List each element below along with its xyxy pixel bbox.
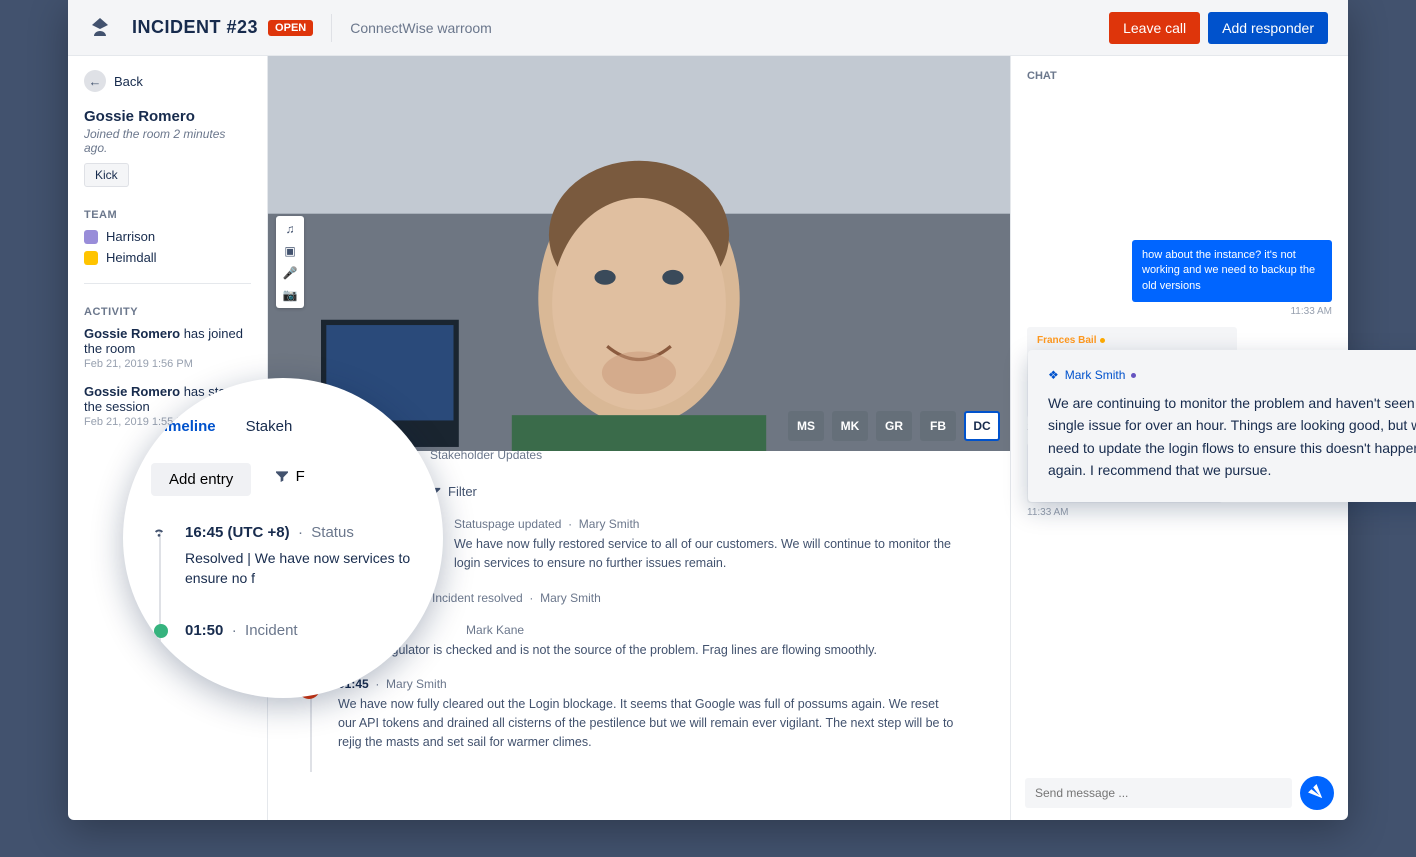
- timeline-meta: Incident resolved · Mary Smith: [432, 591, 958, 605]
- timeline-meta: 01:45 · Mary Smith: [338, 677, 958, 691]
- bullet-icon: [154, 624, 168, 638]
- status-badge: OPEN: [268, 20, 313, 36]
- timeline-line: [159, 530, 161, 679]
- camera-off-icon[interactable]: 📷: [283, 288, 297, 302]
- timeline-time: 16:45 (UTC +8): [185, 524, 290, 541]
- timeline-tabs: Stakeholder Updates: [406, 440, 958, 468]
- activity-time: Feb 21, 2019 1:56 PM: [84, 358, 251, 370]
- popup-author: Mark Smith: [1065, 368, 1126, 382]
- timeline-item: 01:50 · Mark Kane The defragulator is ch…: [338, 623, 958, 660]
- joined-text: Joined the room 2 minutes ago.: [84, 127, 251, 155]
- timeline-body: Resolved | We have now services to ensur…: [185, 549, 415, 588]
- back-icon: ←: [84, 70, 106, 92]
- popup-message: We are continuing to monitor the problem…: [1048, 392, 1416, 482]
- chat-timestamp: 11:33 AM: [1027, 507, 1332, 518]
- mic-mute-icon[interactable]: 🎤: [283, 266, 297, 280]
- divider: [84, 283, 251, 284]
- status-dot-icon: [1100, 338, 1105, 343]
- zoom-lens: Timeline Stakeh Add entry F 16:45 (UTC +…: [123, 378, 443, 698]
- chat-message-sent: how about the instance? it's not working…: [1132, 240, 1332, 302]
- kick-button[interactable]: Kick: [84, 163, 129, 187]
- team-swatch: [84, 230, 98, 244]
- back-label: Back: [114, 74, 143, 89]
- tab-stakeholder[interactable]: Stakeholder Updates: [430, 440, 542, 468]
- video-controls: ♫ ▣ 🎤 📷: [276, 216, 304, 308]
- chat-author: Frances Bail: [1037, 335, 1096, 346]
- music-icon[interactable]: ♫: [283, 222, 297, 236]
- timeline-body: We have now fully cleared out the Login …: [338, 695, 958, 751]
- video-area: ♫ ▣ 🎤 📷 MS MK GR FB DC: [268, 56, 1010, 451]
- timeline-body: We have now fully restored service to al…: [454, 535, 958, 573]
- logo-icon: [88, 16, 112, 40]
- chat-timestamp: 11:33 AM: [1027, 306, 1332, 317]
- status-dot-icon: [1131, 373, 1136, 378]
- chat-input[interactable]: [1025, 778, 1292, 808]
- send-button[interactable]: [1300, 776, 1334, 810]
- slack-icon: ❖: [1048, 368, 1059, 382]
- timeline-label: Status: [311, 524, 354, 541]
- filter-button[interactable]: F: [274, 468, 305, 485]
- chat-input-row: [1011, 766, 1348, 820]
- add-responder-button[interactable]: Add responder: [1208, 12, 1328, 44]
- activity-item: Gossie Romero has joined the room Feb 21…: [84, 326, 251, 370]
- header: INCIDENT #23 OPEN ConnectWise warroom Le…: [68, 0, 1348, 56]
- participant-tile-active[interactable]: DC: [964, 411, 1000, 441]
- timeline-label: Incident: [245, 622, 298, 639]
- team-swatch: [84, 251, 98, 265]
- incident-title: INCIDENT #23: [132, 17, 258, 38]
- activity-text: Gossie Romero has joined the room: [84, 326, 251, 356]
- participant-tile[interactable]: MS: [788, 411, 824, 441]
- back-button[interactable]: ← Back: [84, 70, 251, 92]
- leave-call-button[interactable]: Leave call: [1109, 12, 1200, 44]
- timeline-body: The defragulator is checked and is not t…: [338, 641, 958, 660]
- team-name: Harrison: [106, 229, 155, 244]
- timeline-item: 01:45 · Mary Smith We have now fully cle…: [338, 677, 958, 751]
- add-entry-button[interactable]: Add entry: [151, 463, 251, 496]
- wifi-icon: [151, 522, 165, 536]
- participant-tile[interactable]: GR: [876, 411, 912, 441]
- screen-share-icon[interactable]: ▣: [283, 244, 297, 258]
- timeline-meta: 01:50 · Mark Kane: [338, 623, 958, 637]
- chat-popup: ❖ Mark Smith We are continuing to monito…: [1028, 350, 1416, 502]
- chat-header: CHAT: [1011, 56, 1348, 92]
- timeline-item: 01:50 · Incident: [185, 622, 415, 639]
- room-name: ConnectWise warroom: [350, 20, 492, 36]
- team-header: TEAM: [84, 209, 251, 221]
- team-name: Heimdall: [106, 250, 157, 265]
- timeline-item: 16:45 (UTC +8) · Status Resolved | We ha…: [185, 524, 415, 588]
- tab-stakeholder-partial[interactable]: Stakeh: [246, 418, 293, 435]
- participant-strip: MS MK GR FB DC: [788, 411, 1000, 441]
- timeline-time: 01:50: [185, 622, 223, 639]
- person-name: Gossie Romero: [84, 108, 251, 125]
- team-item[interactable]: Heimdall: [84, 250, 251, 265]
- divider: [331, 14, 332, 42]
- team-item[interactable]: Harrison: [84, 229, 251, 244]
- filter-icon: [274, 468, 290, 484]
- activity-header: ACTIVITY: [84, 306, 251, 318]
- send-icon: [1306, 782, 1329, 805]
- participant-tile[interactable]: FB: [920, 411, 956, 441]
- participant-tile[interactable]: MK: [832, 411, 868, 441]
- video-feed: [268, 56, 1010, 451]
